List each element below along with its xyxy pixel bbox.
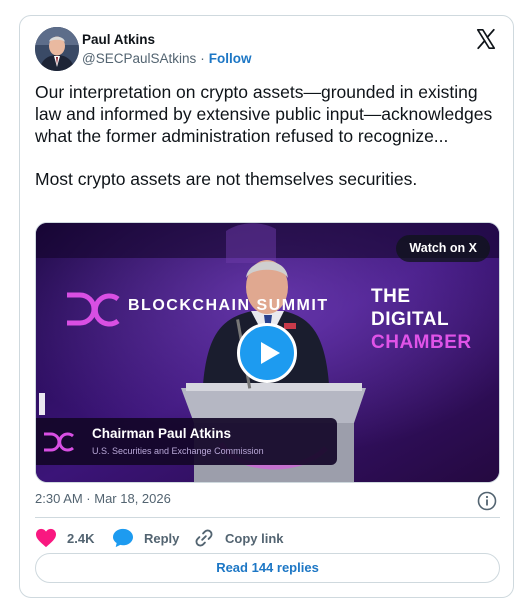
tweet-card: Paul Atkins @SECPaulSAtkins · Follow Our i… (19, 15, 514, 598)
copy-link-label: Copy link (225, 530, 284, 546)
lower-third-name: Chairman Paul Atkins (92, 426, 232, 441)
banner-left: BLOCKCHAIN SUMMIT (128, 297, 329, 314)
divider (35, 517, 500, 518)
watch-on-x-button[interactable]: Watch on X (396, 235, 490, 262)
tweet-paragraph: Our interpretation on crypto assets—grou… (35, 82, 493, 146)
lower-third-title: U.S. Securities and Exchange Commission (92, 446, 264, 456)
copy-link-button[interactable]: Copy link (193, 526, 284, 550)
separator-dot: · (200, 51, 205, 66)
avatar[interactable] (35, 27, 79, 71)
author-handle[interactable]: @SECPaulSAtkins (82, 51, 196, 66)
like-button[interactable]: 2.4K (35, 526, 94, 550)
follow-button[interactable]: Follow (209, 51, 252, 66)
banner-right-line2: CHAMBER (371, 332, 472, 353)
like-count: 2.4K (67, 530, 95, 546)
x-logo-icon[interactable] (475, 28, 497, 50)
link-icon (195, 529, 213, 547)
dc-small-logo-icon (44, 432, 74, 452)
reply-label: Reply (144, 530, 180, 546)
tweet-timestamp[interactable]: 2:30 AM · Mar 18, 2026 (35, 491, 171, 506)
author-handle-row: @SECPaulSAtkins · Follow (82, 51, 252, 66)
tweet-paragraph: Most crypto assets are not themselves se… (35, 169, 418, 189)
banner-right: THE DIGITAL CHAMBER (371, 285, 481, 354)
read-replies-button[interactable]: Read 144 replies (35, 553, 500, 583)
lower-third: Chairman Paul Atkins U.S. Securities and… (36, 418, 337, 465)
play-icon (261, 342, 280, 364)
reply-bubble-icon (113, 528, 133, 548)
action-bar: 2.4K Reply Copy link (35, 526, 500, 550)
info-icon[interactable] (477, 491, 497, 511)
reply-button[interactable]: Reply (112, 526, 179, 550)
heart-icon (36, 528, 56, 548)
tweet-text: Our interpretation on crypto assets—grou… (35, 81, 501, 190)
banner-right-line1: THE DIGITAL (371, 286, 450, 330)
author-name[interactable]: Paul Atkins (82, 32, 155, 47)
video-player[interactable]: BLOCKCHAIN SUMMIT THE DIGITAL CHAMBER Ch… (35, 222, 500, 483)
play-button[interactable] (237, 323, 297, 383)
